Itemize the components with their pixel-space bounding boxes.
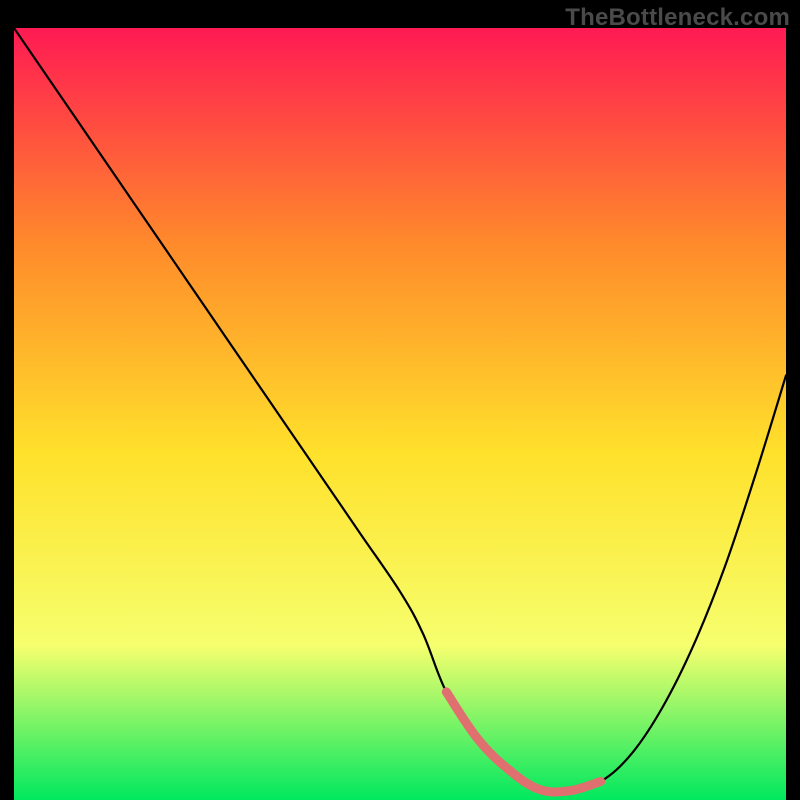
chart-svg (14, 28, 786, 800)
plot-background (14, 28, 786, 800)
stage: TheBottleneck.com (0, 0, 800, 800)
chart-area (14, 28, 786, 800)
